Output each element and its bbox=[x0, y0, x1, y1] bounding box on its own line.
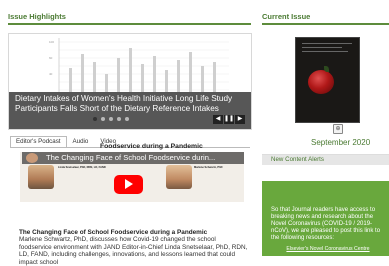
slider-dot[interactable] bbox=[101, 117, 105, 121]
slider-pagination bbox=[93, 117, 129, 123]
current-issue-rule bbox=[262, 23, 389, 25]
cover-header-line bbox=[302, 43, 352, 44]
cover-apple-leaf bbox=[324, 66, 329, 72]
left-speaker-name: Linda Snetselaar, PhD, RDN, LD, FAND bbox=[58, 166, 106, 169]
podcast-description: Marlene Schwartz, PhD, discusses how Cov… bbox=[19, 236, 248, 266]
podcast-title[interactable]: The Changing Face of School Foodservice … bbox=[19, 229, 207, 236]
issue-highlights-rule bbox=[8, 23, 251, 25]
magnify-icon[interactable]: ⊕ bbox=[333, 124, 343, 134]
video-subtitle: Foodservice during a Pandemic bbox=[100, 143, 203, 150]
covid-resources-text: So that Journal readers have access to b… bbox=[271, 207, 385, 263]
issue-date[interactable]: September 2020 bbox=[311, 138, 370, 147]
current-issue-title: Current Issue bbox=[262, 12, 311, 21]
svg-text:100: 100 bbox=[49, 40, 54, 44]
slider-dot[interactable] bbox=[93, 117, 97, 121]
slider-dot[interactable] bbox=[125, 117, 129, 121]
prev-slide-button[interactable]: ◀ bbox=[213, 115, 223, 124]
covid-link-wrap-2: The Academy of Nutrition and Dietetics bbox=[271, 256, 385, 263]
slider-controls: ◀ ❚❚ ▶ bbox=[213, 115, 245, 124]
right-speaker-name: Marlene Schwartz, PhD bbox=[194, 166, 223, 169]
academy-nutrition-link[interactable]: The Academy of Nutrition and Dietetics bbox=[283, 256, 373, 262]
cover-apple-illustration bbox=[308, 70, 334, 94]
svg-text:60: 60 bbox=[49, 56, 53, 60]
new-content-alerts-link[interactable]: New Content Alerts bbox=[271, 155, 324, 164]
covid-intro-text: So that Journal readers have access to b… bbox=[271, 207, 381, 242]
svg-text:40: 40 bbox=[49, 72, 53, 76]
elsevier-coronavirus-link[interactable]: Elsevier's Novel Coronavirus Centre bbox=[286, 246, 369, 252]
covid-link-wrap: Elsevier's Novel Coronavirus Centre bbox=[271, 246, 385, 253]
channel-avatar[interactable] bbox=[26, 153, 38, 163]
issue-highlights-title: Issue Highlights bbox=[8, 12, 66, 21]
pause-slide-button[interactable]: ❚❚ bbox=[224, 115, 234, 124]
next-slide-button[interactable]: ▶ bbox=[235, 115, 245, 124]
slider-dot[interactable] bbox=[117, 117, 121, 121]
play-icon bbox=[125, 179, 133, 189]
right-speaker-photo bbox=[166, 165, 192, 189]
cover-header-line bbox=[302, 47, 342, 48]
video-title[interactable]: The Changing Face of School Foodservice … bbox=[46, 153, 242, 163]
left-speaker-photo bbox=[28, 165, 54, 189]
cover-header-line bbox=[302, 51, 348, 52]
slide-caption[interactable]: Dietary Intakes of Women's Health Initia… bbox=[15, 94, 247, 114]
slider-dot[interactable] bbox=[109, 117, 113, 121]
